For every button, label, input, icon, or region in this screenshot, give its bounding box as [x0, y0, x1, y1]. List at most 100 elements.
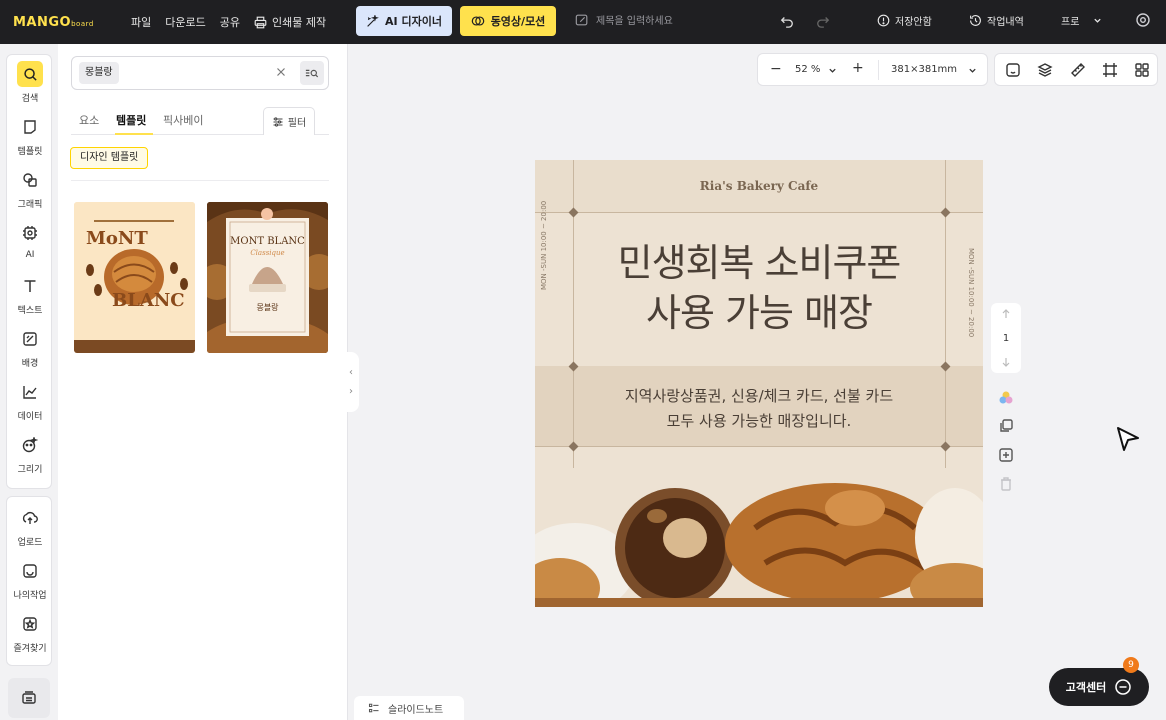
menu-print[interactable]: 인쇄물 제작 [254, 14, 326, 30]
tool-rail-secondary: 업로드 나의작업 즐겨찾기 [6, 496, 52, 666]
customer-center-button[interactable]: 고객센터 [1049, 668, 1149, 706]
rail-search-label: 검색 [21, 94, 39, 104]
template-thumbnail-mont-blanc-2[interactable]: MONT BLANC Classique 몽블랑 [207, 202, 328, 353]
rail-data[interactable]: 데이터 [7, 379, 53, 422]
rail-my-work[interactable]: 나의작업 [7, 558, 53, 601]
search-input[interactable]: 몽블랑 [71, 56, 329, 90]
app-logo[interactable]: MANGOboard [13, 15, 113, 30]
work-history-button[interactable]: 작업내역 [969, 13, 1024, 28]
arrow-down-icon[interactable] [1001, 357, 1011, 367]
headline-line-2: 사용 가능 매장 [646, 291, 873, 335]
arrow-up-icon[interactable] [1001, 309, 1011, 319]
ai-icon [23, 226, 37, 240]
payment-line-1[interactable]: 지역사랑상품권, 신용/체크 카드, 선불 카드 [535, 385, 983, 406]
grid-icon[interactable] [1134, 62, 1150, 78]
menu-share[interactable]: 공유 [220, 14, 240, 30]
slide-note-label: 슬라이드노트 [388, 704, 444, 716]
rail-data-label: 데이터 [17, 412, 43, 422]
chat-icon [1115, 679, 1131, 695]
thumb2-subtitle: Classique [250, 249, 285, 257]
active-tab-indicator [115, 133, 153, 135]
rail-text[interactable]: 텍스트 [7, 273, 53, 316]
rail-text-label: 텍스트 [17, 306, 43, 316]
list-icon [368, 703, 379, 713]
design-artboard[interactable]: Ria's Bakery Cafe 민생회복 소비쿠폰 사용 가능 매장 MON… [535, 160, 983, 607]
search-keyword-chip[interactable]: 몽블랑 [79, 62, 119, 84]
rail-my-work-label: 나의작업 [13, 591, 47, 601]
rail-search[interactable]: 검색 [7, 61, 53, 104]
template-icon [24, 120, 36, 134]
video-motion-label: 동영상/모션 [490, 15, 546, 28]
rail-favorite-label: 즐겨찾기 [13, 644, 47, 654]
chevron-down-icon[interactable] [828, 66, 837, 75]
panel-collapse-handle[interactable]: ‹ › [343, 352, 359, 412]
rail-background[interactable]: 배경 [7, 326, 53, 369]
thumb1-title-top: MoNT [86, 228, 148, 249]
zoom-level-select[interactable]: 52 % [795, 64, 820, 75]
mont-blanc-poster-image [74, 202, 195, 353]
duplicate-page-icon[interactable] [998, 418, 1014, 434]
template-thumbnail-mont-blanc-1[interactable]: MoNT BLANC [74, 202, 195, 353]
rail-draw-label: 그리기 [17, 465, 43, 475]
undo-icon[interactable] [780, 14, 794, 28]
graphic-icon [23, 173, 37, 187]
redo-icon[interactable] [816, 14, 830, 28]
layers-icon[interactable] [1037, 62, 1053, 78]
add-page-icon[interactable] [998, 447, 1014, 463]
ai-designer-button[interactable]: AI 디자이너 [356, 6, 452, 36]
rail-graphic[interactable]: 그래픽 [7, 167, 53, 210]
video-motion-button[interactable]: 동영상/모션 [460, 6, 556, 36]
history-icon [970, 15, 981, 26]
magic-wand-icon [367, 14, 379, 27]
ruler-icon[interactable] [1070, 62, 1086, 78]
page-number: 1 [1002, 332, 1010, 344]
crop-frame-icon[interactable] [1102, 62, 1118, 78]
panel-tabs: 요소 템플릿 픽사베이 필터 [71, 106, 329, 135]
plan-label: 프로 [1061, 17, 1080, 28]
settings-icon[interactable] [1135, 12, 1151, 28]
save-status-button[interactable]: 저장안함 [877, 13, 932, 28]
color-palette-icon[interactable] [998, 390, 1014, 406]
chevron-down-icon[interactable] [968, 66, 977, 75]
canvas-size-select[interactable]: 381×381mm [891, 64, 957, 75]
rail-ai[interactable]: AI [7, 220, 53, 260]
upload-icon [22, 512, 38, 524]
menu-download[interactable]: 다운로드 [165, 14, 205, 30]
zoom-in-button[interactable]: + [852, 60, 864, 76]
hours-left[interactable]: MON -SUN 10:00 ~ 20:00 [540, 201, 548, 290]
hours-right[interactable]: MON -SUN 10:00 ~ 20:00 [967, 248, 975, 337]
payment-line-2[interactable]: 모두 사용 가능한 매장입니다. [535, 410, 983, 431]
rail-ai-label: AI [25, 250, 35, 260]
search-panel: 몽블랑 요소 템플릿 픽사베이 필터 디자인 템플릿 MoNT BLANC MO… [58, 44, 348, 720]
filter-button[interactable]: 필터 [263, 107, 315, 135]
rail-draw[interactable]: 그리기 [7, 432, 53, 475]
delete-page-icon[interactable] [998, 476, 1014, 492]
zoom-out-button[interactable]: − [770, 61, 782, 77]
design-template-chip[interactable]: 디자인 템플릿 [70, 147, 149, 169]
printer-stack-icon [22, 691, 36, 704]
headline[interactable]: 민생회복 소비쿠폰 사용 가능 매장 [565, 238, 953, 338]
filter-label: 필터 [287, 118, 307, 129]
slide-note-button[interactable]: 슬라이드노트 [354, 696, 464, 720]
pastry-photo[interactable] [535, 468, 983, 607]
search-submit-button[interactable] [300, 61, 324, 85]
mouse-pointer-icon [1117, 427, 1139, 451]
info-icon [877, 14, 890, 27]
rail-upload[interactable]: 업로드 [7, 505, 53, 548]
menu-file[interactable]: 파일 [131, 14, 151, 30]
chevron-left-icon: ‹ [349, 367, 353, 378]
document-title-field[interactable]: 제목을 입력하세요 [575, 12, 673, 27]
cafe-name[interactable]: Ria's Bakery Cafe [535, 179, 983, 193]
rail-template[interactable]: 템플릿 [7, 114, 53, 157]
canvas-tools [994, 53, 1158, 86]
rail-graphic-label: 그래픽 [17, 200, 43, 210]
tab-elements[interactable]: 요소 [79, 112, 99, 128]
sticker-icon[interactable] [1005, 62, 1021, 78]
rail-more-button[interactable] [8, 678, 50, 718]
tab-pixabay[interactable]: 픽사베이 [163, 112, 203, 128]
rail-favorite[interactable]: 즐겨찾기 [7, 611, 53, 654]
tab-templates[interactable]: 템플릿 [116, 112, 146, 128]
plan-dropdown[interactable]: 프로 [1061, 13, 1102, 28]
close-icon[interactable] [274, 65, 288, 79]
tool-rail: 검색 템플릿 그래픽 AI 텍스트 배경 데이터 그리기 [6, 54, 52, 489]
